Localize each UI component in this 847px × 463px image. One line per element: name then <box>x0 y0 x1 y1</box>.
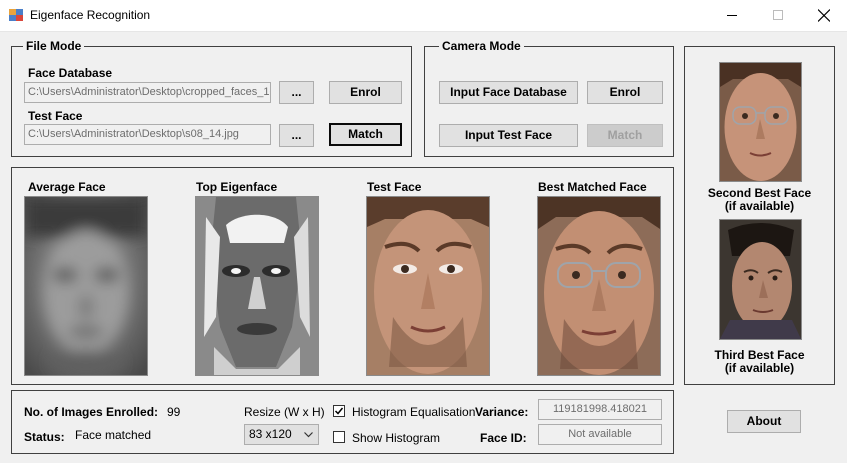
images-enrolled-label: No. of Images Enrolled: <box>24 405 159 419</box>
input-face-database-button[interactable]: Input Face Database <box>439 81 578 104</box>
test-face-image <box>366 196 490 376</box>
face-database-label: Face Database <box>28 66 113 80</box>
best-matched-face-caption: Best Matched Face <box>538 180 647 194</box>
histogram-equalisation-label[interactable]: Histogram Equalisation <box>352 405 475 419</box>
file-match-button[interactable]: Match <box>329 123 402 146</box>
second-best-face-image <box>719 62 802 182</box>
resize-label: Resize (W x H) <box>244 405 325 419</box>
app-icon <box>9 9 23 21</box>
resize-select[interactable]: 83 x120 <box>244 424 319 445</box>
average-face-image <box>24 196 148 376</box>
window-title: Eigenface Recognition <box>30 8 151 22</box>
about-button[interactable]: About <box>727 410 801 433</box>
third-best-caption-line2: (if available) <box>724 361 795 375</box>
checkbox-empty-icon[interactable] <box>333 431 345 443</box>
images-enrolled-value: 99 <box>167 405 181 419</box>
second-best-caption-line2: (if available) <box>724 199 795 213</box>
status-value: Face matched <box>75 428 152 442</box>
face-database-path-field[interactable]: C:\Users\Administrator\Desktop\cropped_f… <box>24 82 271 103</box>
variance-label: Variance: <box>475 405 529 419</box>
camera-match-button[interactable]: Match <box>587 124 663 147</box>
test-face-path-field[interactable]: C:\Users\Administrator\Desktop\s08_14.jp… <box>24 124 271 145</box>
average-face-caption: Average Face <box>28 180 106 194</box>
dropdown-chevron-icon <box>304 432 313 438</box>
test-face-browse-button[interactable]: ... <box>279 124 314 147</box>
show-histogram-label[interactable]: Show Histogram <box>352 431 440 445</box>
face-id-label: Face ID: <box>480 431 527 445</box>
top-eigenface-image <box>195 196 319 376</box>
file-enrol-button[interactable]: Enrol <box>329 81 402 104</box>
status-label: Status: <box>24 430 65 444</box>
top-eigenface-caption: Top Eigenface <box>196 180 278 194</box>
camera-mode-title: Camera Mode <box>439 39 524 53</box>
face-database-browse-button[interactable]: ... <box>279 81 314 104</box>
maximize-icon[interactable] <box>755 0 801 31</box>
variance-field[interactable]: 119181998.418021 <box>538 399 662 420</box>
camera-enrol-button[interactable]: Enrol <box>587 81 663 104</box>
checkbox-checked-icon[interactable] <box>333 405 345 417</box>
test-face-label: Test Face <box>28 109 83 123</box>
file-mode-title: File Mode <box>23 39 85 53</box>
test-face-caption: Test Face <box>367 180 422 194</box>
title-bar: Eigenface Recognition <box>0 0 847 32</box>
minimize-icon[interactable] <box>709 0 755 31</box>
third-best-face-image <box>719 219 802 340</box>
input-test-face-button[interactable]: Input Test Face <box>439 124 578 147</box>
close-icon[interactable] <box>801 0 847 31</box>
best-matched-face-image <box>537 196 661 376</box>
face-id-field[interactable]: Not available <box>538 424 662 445</box>
resize-select-value: 83 x120 <box>249 427 292 441</box>
